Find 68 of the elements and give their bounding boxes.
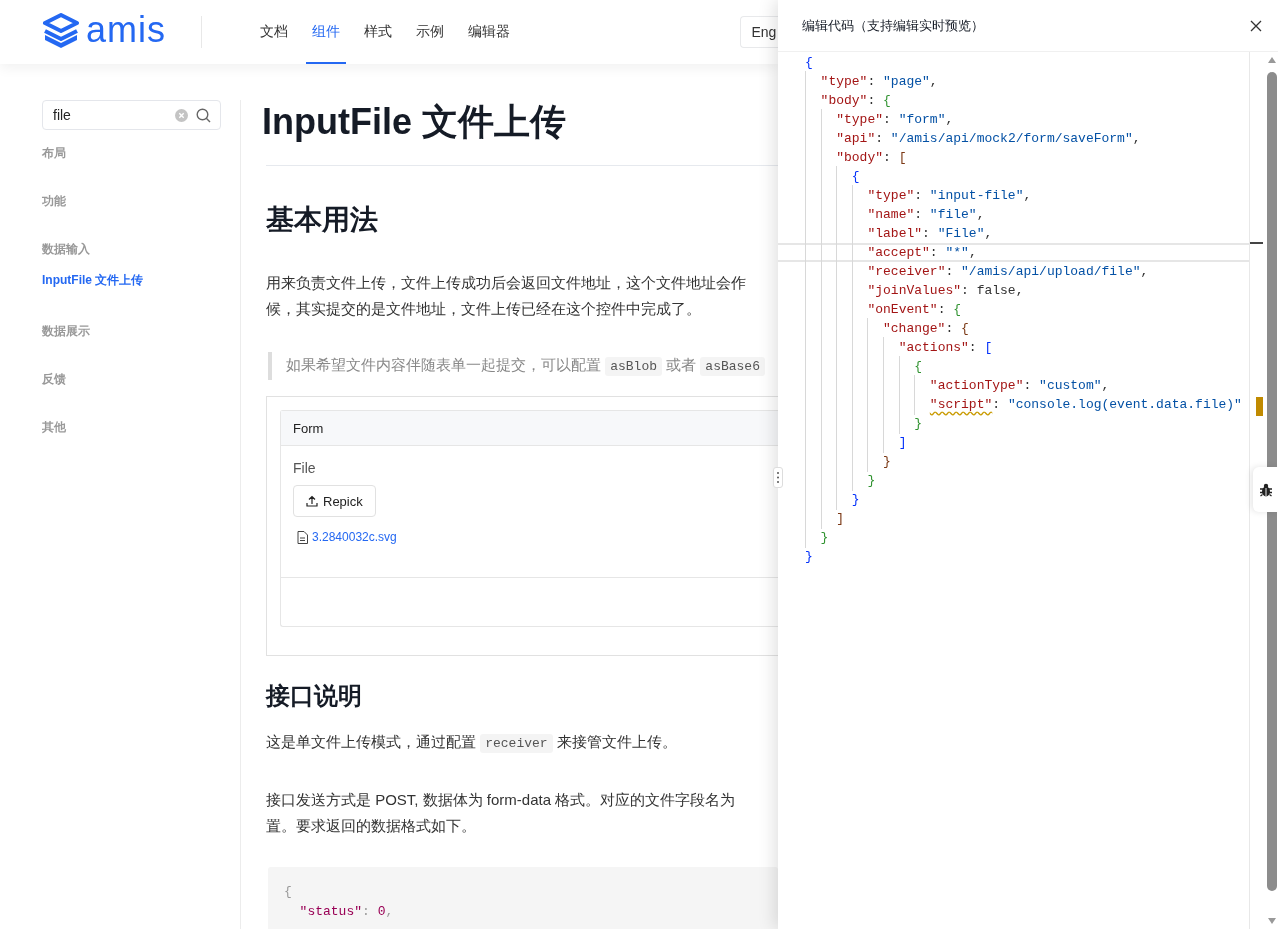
code-line: "actionType": "custom", bbox=[928, 378, 1110, 393]
code-line: { bbox=[850, 169, 860, 184]
code-line: "body": { bbox=[819, 93, 891, 108]
code-line: { bbox=[913, 359, 923, 374]
search-icon[interactable] bbox=[196, 108, 211, 123]
blockquote: 如果希望文件内容伴随表单一起提交，可以配置 asBlob 或者 asBase6 bbox=[268, 352, 778, 380]
field-label: File bbox=[293, 459, 316, 478]
code-line: "type": "input-file", bbox=[866, 188, 1032, 203]
nav-tab[interactable]: 编辑器 bbox=[462, 0, 517, 64]
code-line: "status": 0, bbox=[298, 903, 394, 921]
logo-text: amis bbox=[86, 12, 166, 48]
drawer-title: 编辑代码（支持编辑实时预览） bbox=[802, 16, 984, 35]
language-button[interactable]: Eng bbox=[740, 16, 778, 48]
code-line: ] bbox=[835, 511, 845, 526]
scroll-up-icon[interactable] bbox=[1268, 57, 1276, 63]
section-heading: 基本用法 bbox=[266, 203, 379, 237]
sidebar-section[interactable]: 布局 bbox=[42, 145, 66, 161]
upload-icon bbox=[306, 495, 318, 507]
code-line: { bbox=[805, 55, 813, 70]
sidebar-section[interactable]: 反馈 bbox=[42, 371, 66, 387]
page-title: InputFile 文件上传 bbox=[262, 100, 567, 144]
code-line: } bbox=[866, 473, 876, 488]
code-line: ] bbox=[897, 435, 907, 450]
nav-tab[interactable]: 组件 bbox=[306, 0, 347, 64]
code-line: "joinValues": false, bbox=[866, 283, 1024, 298]
sidebar-section[interactable]: 其他 bbox=[42, 419, 66, 435]
code-line: "receiver": "/amis/api/upload/file", bbox=[866, 264, 1149, 279]
logo-icon bbox=[42, 13, 80, 51]
close-icon bbox=[1250, 19, 1262, 32]
paragraph: 接口发送方式是 POST, 数据体为 form-data 格式。对应的文件字段名为 置。要求返回的数据格式如下。 bbox=[266, 790, 737, 836]
code-line: { bbox=[284, 883, 292, 901]
file-icon bbox=[297, 530, 308, 544]
code-line: "api": "/amis/api/mock2/form/saveForm", bbox=[835, 131, 1141, 146]
code-line: "accept": "*", bbox=[866, 245, 977, 260]
code-line: "name": "file", bbox=[866, 207, 985, 222]
nav-tab[interactable]: 样式 bbox=[358, 0, 399, 64]
sidebar-link[interactable]: InputFile 文件上传 bbox=[42, 272, 144, 288]
code-line: "type": "page", bbox=[819, 74, 938, 89]
search-field[interactable]: file bbox=[42, 100, 221, 130]
paragraph: 这是单文件上传模式，通过配置 receiver 来接管文件上传。 bbox=[266, 732, 678, 755]
scrollbar[interactable] bbox=[1266, 52, 1278, 929]
debug-button[interactable] bbox=[1253, 467, 1278, 512]
bug-icon bbox=[1258, 482, 1273, 497]
code-line: } bbox=[819, 530, 829, 545]
code-line: "onEvent": { bbox=[866, 302, 962, 317]
clear-icon[interactable] bbox=[175, 109, 188, 122]
code-line: } bbox=[882, 454, 891, 469]
sidebar-section[interactable]: 数据展示 bbox=[42, 323, 90, 339]
code-line: "change": { bbox=[882, 321, 969, 336]
code-line: } bbox=[850, 492, 860, 507]
form-title: Form bbox=[281, 411, 778, 446]
repick-button[interactable]: Repick bbox=[293, 485, 376, 517]
code-line: "actions": [ bbox=[897, 340, 993, 355]
scroll-down-icon[interactable] bbox=[1268, 918, 1276, 924]
code-line: "type": "form", bbox=[835, 112, 954, 127]
nav-tab[interactable]: 示例 bbox=[410, 0, 451, 64]
nav-tab[interactable]: 文档 bbox=[254, 0, 295, 64]
code-line: "label": "File", bbox=[866, 226, 993, 241]
sidebar-section[interactable]: 功能 bbox=[42, 193, 66, 209]
code-line: "script": "console.log(event.data.file)" bbox=[928, 397, 1242, 412]
code-line: } bbox=[805, 549, 813, 564]
file-link[interactable]: 3.2840032c.svg bbox=[312, 528, 397, 546]
code-line: "body": [ bbox=[835, 150, 907, 165]
scroll-thumb[interactable] bbox=[1267, 72, 1277, 891]
sidebar-section[interactable]: 数据输入 bbox=[42, 241, 90, 257]
section-heading: 接口说明 bbox=[266, 681, 363, 711]
paragraph: 用来负责文件上传，文件上传成功后会返回文件地址，这个文件地址会作 候，其实提交的是文件地址，文件上传已经在这个控件中完成了。 bbox=[266, 273, 747, 319]
code-line: } bbox=[913, 416, 923, 431]
